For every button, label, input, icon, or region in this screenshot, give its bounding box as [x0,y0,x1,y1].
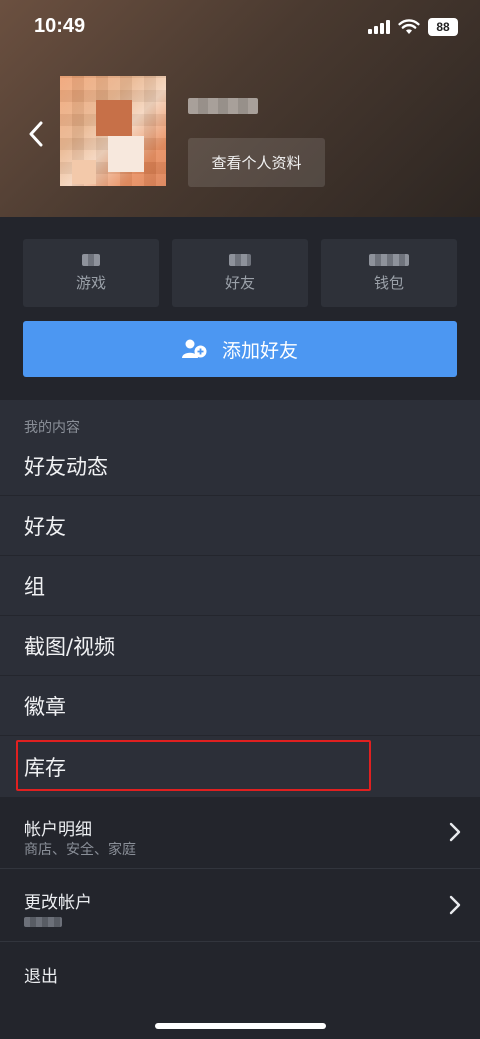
menu-item-friend-activity[interactable]: 好友动态 [0,436,480,496]
stat-games-value-blurred [82,253,100,266]
view-profile-button[interactable]: 查看个人资料 [188,138,325,187]
menu-item-friends[interactable]: 好友 [0,496,480,556]
menu-item-screenshots-videos[interactable]: 截图/视频 [0,616,480,676]
chevron-right-icon [449,822,461,842]
stat-wallet-label: 钱包 [373,273,404,292]
account-details-subtitle: 商店、安全、家庭 [24,842,136,858]
username-blurred [188,98,258,114]
logout-button[interactable]: 退出 [24,962,58,987]
status-bar: 10:49 88 [0,0,480,58]
add-user-icon [181,339,207,358]
home-indicator[interactable] [155,1023,326,1029]
menu-item-groups[interactable]: 组 [0,556,480,616]
battery-icon: 88 [428,18,458,36]
stat-wallet[interactable]: 钱包 [321,239,457,307]
change-account-row[interactable]: 更改帐户 [0,870,480,942]
chevron-left-icon [29,121,43,147]
back-button[interactable] [22,118,50,150]
stat-wallet-value-blurred [369,253,409,266]
stat-games[interactable]: 游戏 [23,239,159,307]
add-friend-label: 添加好友 [221,339,298,362]
avatar[interactable] [60,76,166,186]
change-account-title: 更改帐户 [24,893,92,913]
stats-section: 游戏 好友 钱包 添加好友 [0,217,480,400]
cellular-signal-icon [368,20,390,34]
status-icons: 88 [368,18,458,36]
stat-friends-value-blurred [229,253,251,266]
account-section: 帐户明细 商店、安全、家庭 更改帐户 [0,797,480,1039]
wifi-icon [398,19,420,34]
section-label-my-content: 我的内容 [24,420,80,436]
account-name-blurred [24,917,62,927]
status-time: 10:49 [34,15,86,37]
account-details-title: 帐户明细 [24,820,92,840]
chevron-right-icon [449,895,461,915]
inventory-highlight-box [16,740,371,791]
menu-item-badges[interactable]: 徽章 [0,676,480,736]
stat-games-label: 游戏 [75,273,106,292]
add-friend-button[interactable]: 添加好友 [23,321,457,377]
stat-friends[interactable]: 好友 [172,239,308,307]
account-details-row[interactable]: 帐户明细 商店、安全、家庭 [0,797,480,869]
profile-header: 10:49 88 查看个人资料 [0,0,480,217]
stat-friends-label: 好友 [224,273,255,292]
